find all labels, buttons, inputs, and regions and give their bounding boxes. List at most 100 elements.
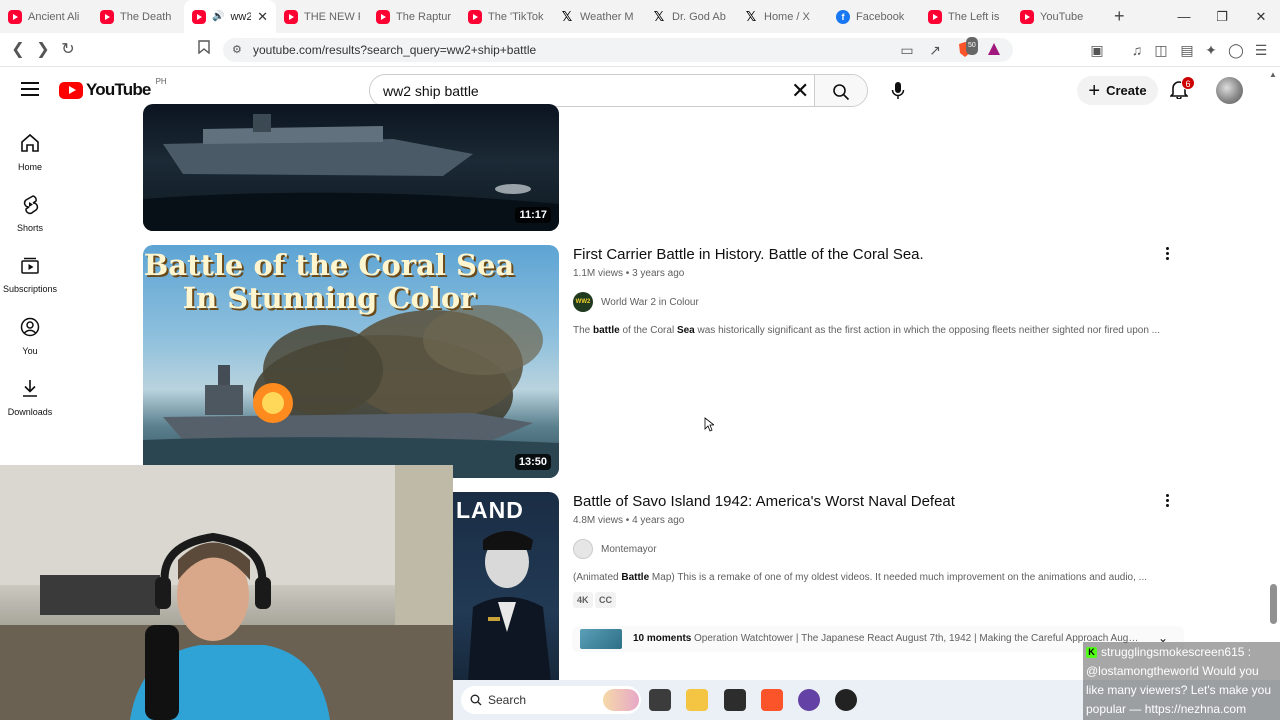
bookmark-icon[interactable] (194, 40, 214, 60)
video-description: (Animated Battle Map) This is a remake o… (573, 572, 1148, 583)
youtube-icon (100, 9, 114, 24)
browser-tab[interactable]: 𝕏 Weather M (552, 0, 644, 33)
channel-link[interactable]: Montemayor (573, 539, 657, 559)
webcam-overlay (0, 465, 453, 720)
browser-tab[interactable]: The Death (92, 0, 184, 33)
search-highlight-icon (603, 689, 639, 711)
browser-tab[interactable]: The Left is (920, 0, 1012, 33)
kick-badge: K (1086, 647, 1097, 659)
search-input[interactable]: ww2 ship battle (383, 83, 479, 99)
microphone-icon (891, 81, 905, 99)
reload-icon[interactable]: ↻ (58, 40, 78, 60)
speaker-icon[interactable]: 🔊 (212, 11, 224, 22)
menu-icon[interactable]: ☰ (1252, 41, 1270, 59)
nav-item-you[interactable]: You (0, 316, 60, 356)
youtube-logo[interactable]: YouTube PH (59, 76, 167, 100)
video-meta: 1.1M views • 3 years ago (573, 268, 685, 279)
cast-icon[interactable]: ▭ (898, 41, 916, 59)
you-icon (20, 317, 40, 337)
browser-tab[interactable]: f Facebook (828, 0, 920, 33)
back-icon[interactable]: ❮ (8, 40, 28, 60)
nav-item-downloads[interactable]: Downloads (0, 377, 60, 417)
forward-icon[interactable]: ❯ (33, 40, 53, 60)
chat-message: strugglingsmokescreen615 : @lostamongthe… (1086, 645, 1272, 716)
youtube-icon (8, 9, 22, 24)
scrollbar-thumb[interactable] (1270, 584, 1277, 624)
browser-toolbar: ❮ ❯ ↻ ⚙ youtube.com/results?search_query… (0, 33, 1280, 67)
maximize-icon[interactable]: ❐ (1203, 0, 1241, 33)
nav-item-subscriptions[interactable]: Subscriptions (0, 254, 60, 294)
more-actions-icon[interactable] (1159, 490, 1175, 510)
youtube-icon (284, 9, 298, 24)
nav-item-shorts[interactable]: Shorts (0, 193, 60, 233)
wallet-icon[interactable]: ▤ (1178, 41, 1196, 59)
sidebar-icon[interactable]: ◫ (1152, 41, 1170, 59)
browser-tab[interactable]: The Raptur (368, 0, 460, 33)
mouse-cursor-icon (704, 417, 714, 432)
media-icon[interactable]: ♫ (1128, 41, 1146, 59)
close-tab-icon[interactable]: ✕ (257, 9, 268, 25)
x-icon: 𝕏 (561, 8, 573, 24)
leo-ai-icon[interactable]: ✦ (1202, 41, 1220, 59)
brave-rewards-icon[interactable] (985, 41, 1003, 59)
facebook-icon: f (836, 9, 850, 24)
youtube-icon (376, 9, 390, 24)
create-button[interactable]: + Create (1077, 76, 1158, 105)
youtube-icon (928, 9, 942, 24)
site-info-icon[interactable]: ⚙ (232, 38, 242, 62)
new-tab-button[interactable]: + (1114, 6, 1125, 27)
vpn-icon[interactable]: ◯ (1227, 41, 1245, 59)
country-code: PH (155, 76, 167, 86)
notifications-button[interactable]: 6 (1169, 76, 1195, 101)
sidebar-panel-icon[interactable]: ▣ (1088, 41, 1106, 59)
task-view-icon[interactable] (649, 689, 671, 711)
channel-avatar[interactable]: WW2 (573, 292, 593, 312)
browser-tab[interactable]: 𝕏 Home / X (736, 0, 828, 33)
search-icon (470, 694, 482, 706)
clear-search-icon[interactable]: ✕ (791, 78, 809, 104)
video-duration: 13:50 (514, 454, 551, 470)
address-bar[interactable]: ⚙ youtube.com/results?search_query=ww2+s… (223, 38, 1013, 62)
browser-tab-active[interactable]: 🔊 ww2 ✕ (184, 0, 276, 33)
home-icon (21, 133, 39, 152)
twitch-icon[interactable] (798, 689, 820, 711)
browser-tab[interactable]: 𝕏 Dr. God Ab (644, 0, 736, 33)
video-duration: 11:17 (515, 207, 551, 223)
voice-search-button[interactable] (880, 74, 916, 107)
brave-shields-icon[interactable]: 50 (956, 37, 978, 59)
notification-count: 6 (1181, 76, 1195, 90)
browser-tab[interactable]: YouTube (1012, 0, 1104, 33)
video-title[interactable]: First Carrier Battle in History. Battle … (573, 246, 924, 263)
minimize-icon[interactable]: — (1165, 0, 1203, 33)
avatar[interactable] (1216, 77, 1243, 104)
search-button[interactable] (814, 75, 867, 106)
scroll-up-icon[interactable]: ▲ (1269, 70, 1277, 79)
browser-tab[interactable]: Ancient Ali (0, 0, 92, 33)
notepad-icon[interactable] (724, 689, 746, 711)
moments-text: Operation Watchtower | The Japanese Reac… (694, 633, 1142, 644)
video-meta: 4.8M views • 4 years ago (573, 515, 685, 526)
obs-icon[interactable] (835, 689, 857, 711)
aircraft-carrier-image (143, 114, 559, 231)
url-text: youtube.com/results?search_query=ww2+shi… (253, 43, 537, 57)
window-close-icon[interactable]: ✕ (1242, 0, 1280, 33)
taskbar-search[interactable]: Search (461, 686, 641, 714)
youtube-icon (468, 9, 482, 24)
moments-count: 10 moments (633, 633, 692, 644)
hamburger-menu-icon[interactable] (21, 82, 39, 96)
browser-tab[interactable]: THE NEW F (276, 0, 368, 33)
shield-count: 50 (966, 37, 978, 55)
brave-browser-icon[interactable] (761, 689, 783, 711)
share-icon[interactable]: ↗ (926, 41, 944, 59)
video-thumbnail[interactable]: Battle of the Coral Sea In Stunning Colo… (143, 245, 559, 478)
more-actions-icon[interactable] (1159, 243, 1175, 263)
file-explorer-icon[interactable] (686, 689, 708, 711)
video-thumbnail[interactable]: 11:17 (143, 104, 559, 231)
nav-item-home[interactable]: Home (0, 132, 60, 172)
search-box[interactable]: ww2 ship battle ✕ (369, 74, 868, 107)
channel-avatar[interactable] (573, 539, 593, 559)
channel-link[interactable]: WW2 World War 2 in Colour (573, 292, 699, 312)
video-title[interactable]: Battle of Savo Island 1942: America's Wo… (573, 493, 955, 510)
browser-tab[interactable]: The 'TikTok (460, 0, 552, 33)
shorts-icon (23, 195, 39, 215)
